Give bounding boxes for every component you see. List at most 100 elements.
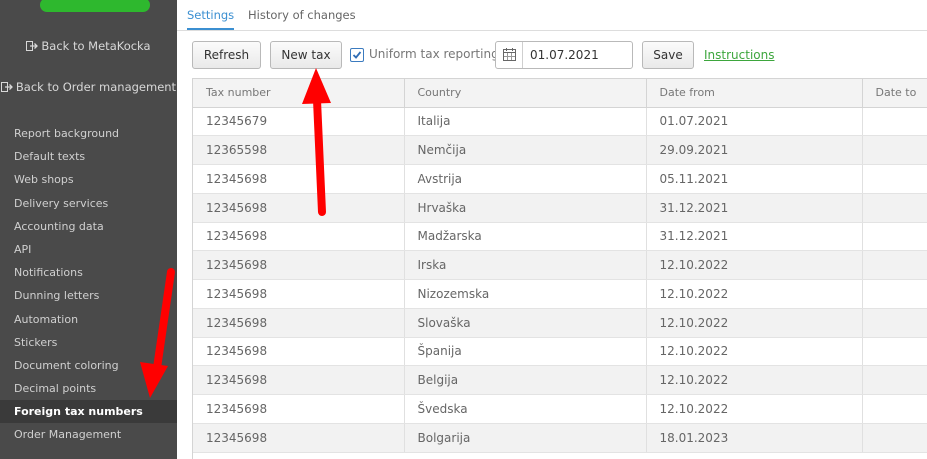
country-cell: Hrvaška <box>404 193 647 223</box>
sidebar-item-web-shops[interactable]: Web shops <box>0 168 177 191</box>
tax-number-cell: 12345679 <box>193 107 405 137</box>
country-cell: Slovaška <box>404 308 647 338</box>
date-field[interactable] <box>495 41 633 69</box>
country-cell: Avstrija <box>404 164 647 194</box>
tab-settings[interactable]: Settings <box>187 8 235 30</box>
date-to-cell <box>862 365 927 395</box>
sidebar-user-area <box>0 0 177 18</box>
sidebar-item-decimal-points[interactable]: Decimal points <box>0 377 177 400</box>
back-to-order-management-label: Back to Order management <box>15 80 177 94</box>
check-icon <box>352 51 362 59</box>
tax-number-cell: 12345698 <box>193 279 405 309</box>
sidebar-item-foreign-tax-numbers[interactable]: Foreign tax numbers <box>0 400 177 424</box>
country-cell: Belgija <box>404 365 647 395</box>
sidebar-item-accounting-data[interactable]: Accounting data <box>0 215 177 238</box>
table-row[interactable]: 12345679 Italija 01.07.2021 <box>193 107 927 137</box>
tax-number-cell: 12345698 <box>193 222 405 252</box>
instructions-link[interactable]: Instructions <box>704 48 774 62</box>
back-to-metakocka-label: Back to MetaKocka <box>41 39 151 53</box>
date-from-cell: 12.10.2022 <box>646 308 863 338</box>
country-cell: Bolgarija <box>404 423 647 453</box>
table-row[interactable]: 12345698 Madžarska 31.12.2021 <box>193 222 927 252</box>
date-to-cell <box>862 222 927 252</box>
sidebar-item-document-coloring[interactable]: Document coloring <box>0 354 177 377</box>
refresh-button[interactable]: Refresh <box>192 41 261 69</box>
sidebar-item-order-management[interactable]: Order Management <box>0 423 177 446</box>
date-from-cell: 29.09.2021 <box>646 135 863 165</box>
new-tax-button[interactable]: New tax <box>270 41 342 69</box>
tax-number-cell: 12345698 <box>193 250 405 280</box>
toolbar: Refresh New tax Uniform tax reporting Sa… <box>177 41 927 71</box>
table-row[interactable]: 12365598 Nemčija 29.09.2021 <box>193 135 927 165</box>
date-from-cell: 18.01.2023 <box>646 423 863 453</box>
tax-number-cell: 12345698 <box>193 365 405 395</box>
table-row[interactable]: 12345698 Irska 12.10.2022 <box>193 250 927 280</box>
tax-number-cell: 12345698 <box>193 308 405 338</box>
date-from-cell: 12.10.2022 <box>646 337 863 367</box>
table-row[interactable]: 12345698 Nizozemska 12.10.2022 <box>193 279 927 309</box>
table-row[interactable]: 12345698 Slovaška 12.10.2022 <box>193 308 927 338</box>
country-cell: Španija <box>404 337 647 367</box>
date-to-cell <box>862 423 927 453</box>
tab-history-of-changes[interactable]: History of changes <box>248 8 356 22</box>
date-from-cell: 05.11.2021 <box>646 164 863 194</box>
country-cell: Madžarska <box>404 222 647 252</box>
settings-menu: Report background Default texts Web shops D… <box>0 122 177 447</box>
date-from-cell: 12.10.2022 <box>646 250 863 280</box>
date-from-cell: 12.10.2022 <box>646 279 863 309</box>
back-to-metakocka-link[interactable]: Back to MetaKocka <box>0 38 177 54</box>
sidebar-item-api[interactable]: API <box>0 238 177 261</box>
main-content: Settings History of changes Refresh New … <box>177 0 927 459</box>
exit-icon <box>26 41 39 51</box>
date-to-cell <box>862 193 927 223</box>
column-header-country[interactable]: Country <box>404 79 647 108</box>
table-row[interactable]: 12345698 Avstrija 05.11.2021 <box>193 164 927 194</box>
sidebar-item-notifications[interactable]: Notifications <box>0 261 177 284</box>
country-cell: Italija <box>404 107 647 137</box>
table-row[interactable]: 12345698 Hrvaška 31.12.2021 <box>193 193 927 223</box>
tax-number-cell: 12345698 <box>193 394 405 424</box>
sidebar-item-dunning-letters[interactable]: Dunning letters <box>0 284 177 307</box>
column-header-date-to[interactable]: Date to <box>862 79 927 108</box>
date-to-cell <box>862 337 927 367</box>
country-cell: Irska <box>404 250 647 280</box>
country-cell: Nizozemska <box>404 279 647 309</box>
table-row[interactable]: 12345698 Belgija 12.10.2022 <box>193 365 927 395</box>
table-row[interactable]: 12345698 Španija 12.10.2022 <box>193 337 927 367</box>
date-from-cell: 12.10.2022 <box>646 394 863 424</box>
exit-icon <box>0 82 13 92</box>
save-button[interactable]: Save <box>642 41 694 69</box>
date-to-cell <box>862 164 927 194</box>
column-header-tax-number[interactable]: Tax number <box>193 79 405 108</box>
sidebar-item-default-texts[interactable]: Default texts <box>0 145 177 168</box>
uniform-tax-reporting-checkbox[interactable] <box>350 48 364 62</box>
date-from-cell: 01.07.2021 <box>646 107 863 137</box>
country-cell: Švedska <box>404 394 647 424</box>
country-cell: Nemčija <box>404 135 647 165</box>
date-to-cell <box>862 279 927 309</box>
sidebar-item-automation[interactable]: Automation <box>0 308 177 331</box>
sidebar-item-delivery-services[interactable]: Delivery services <box>0 192 177 215</box>
date-input[interactable] <box>530 47 625 63</box>
column-header-date-from[interactable]: Date from <box>646 79 863 108</box>
date-to-cell <box>862 394 927 424</box>
back-to-order-management-link[interactable]: Back to Order management <box>0 79 177 95</box>
uniform-tax-reporting-label: Uniform tax reporting <box>369 47 499 61</box>
tax-number-cell: 12345698 <box>193 423 405 453</box>
date-from-cell: 12.10.2022 <box>646 365 863 395</box>
table-header-row: Tax number Country Date from Date to <box>193 79 927 108</box>
calendar-button[interactable] <box>496 42 523 68</box>
date-to-cell <box>862 250 927 280</box>
sidebar-item-report-background[interactable]: Report background <box>0 122 177 145</box>
tax-numbers-grid: Tax number Country Date from Date to 123… <box>192 78 927 459</box>
tax-number-cell: 12365598 <box>193 135 405 165</box>
table-row[interactable]: 12345698 Bolgarija 18.01.2023 <box>193 423 927 453</box>
table-row[interactable]: 12345698 Švedska 12.10.2022 <box>193 394 927 424</box>
tax-numbers-table: Tax number Country Date from Date to 123… <box>193 79 927 453</box>
calendar-icon <box>503 48 516 61</box>
user-redaction-bar <box>40 0 150 12</box>
date-from-cell: 31.12.2021 <box>646 193 863 223</box>
sidebar-item-stickers[interactable]: Stickers <box>0 331 177 354</box>
date-from-cell: 31.12.2021 <box>646 222 863 252</box>
date-to-cell <box>862 308 927 338</box>
